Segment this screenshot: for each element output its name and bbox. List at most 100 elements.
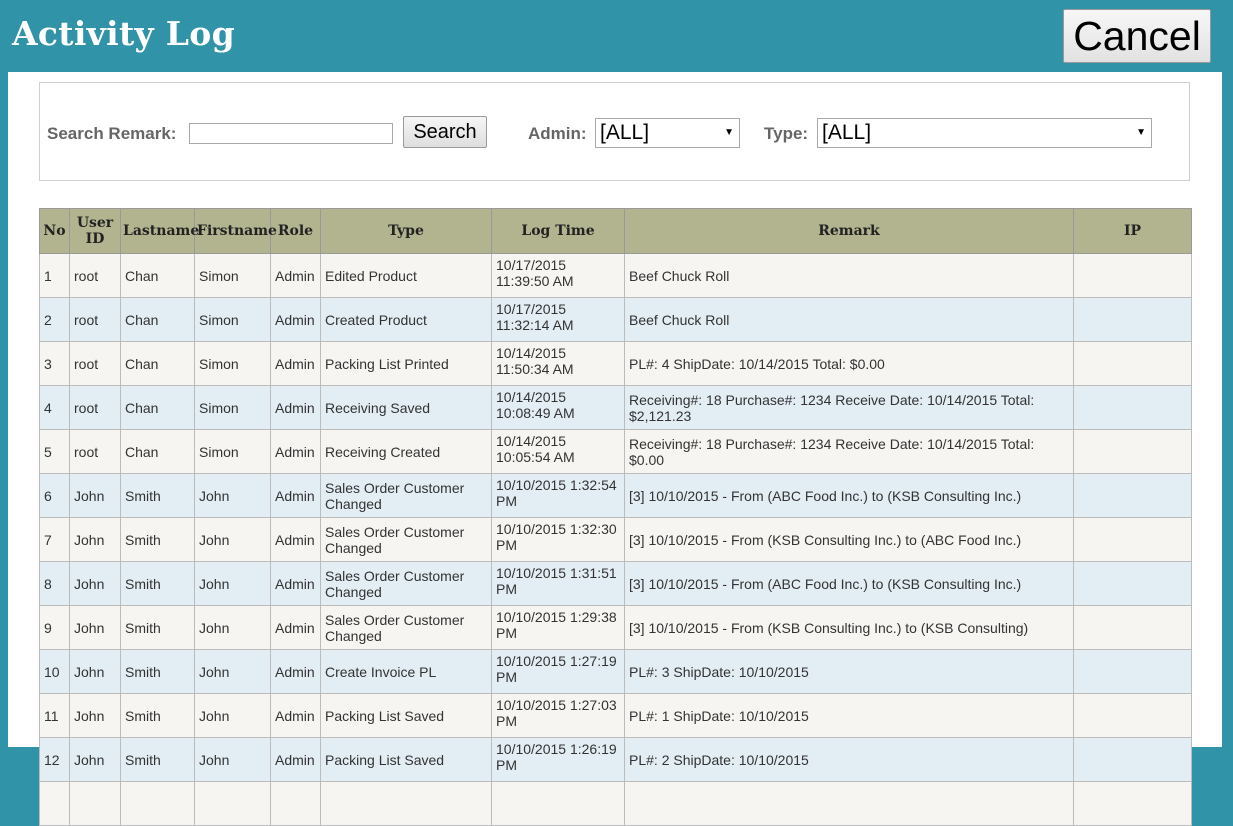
row-log-time: 10/10/2015 1:32:30 PM [491, 517, 625, 562]
row-remark: [3] 10/10/2015 - From (KSB Consulting In… [624, 605, 1074, 650]
table-row[interactable]: 12 John Smith John Admin Packing List Saved 10… [39, 737, 1192, 782]
row-log-time: 10/10/2015 1:27:19 PM [491, 649, 625, 694]
table-row[interactable]: 9 John Smith John Admin Sales Order Customer … [39, 605, 1192, 650]
row-no: 9 [39, 605, 70, 650]
row-no: 4 [39, 385, 70, 430]
title-bar: Activity Log Cancel [0, 0, 1233, 72]
row-role: Admin [270, 297, 321, 342]
search-panel: Search Remark: Search Admin: [ALL] ▼ Typ… [39, 82, 1190, 181]
row-no: 5 [39, 429, 70, 474]
row-type: Sales Order Customer Changed [320, 605, 492, 650]
row-log-time: 10/10/2015 1:27:03 PM [491, 693, 625, 738]
type-select[interactable]: [ALL] ▼ [817, 118, 1152, 148]
row-firstname: Simon [194, 253, 271, 298]
table-row[interactable]: 5 root Chan Simon Admin Receiving Created 10/1… [39, 429, 1192, 474]
row-type: Receiving Created [320, 429, 492, 474]
column-header-role[interactable]: Role [270, 208, 321, 254]
table-row[interactable]: 2 root Chan Simon Admin Created Product 10/17/… [39, 297, 1192, 342]
activity-table-wrapper: No User ID Lastname Firstname Role Type … [39, 208, 1192, 826]
table-row[interactable]: 11 John Smith John Admin Packing List Saved 10… [39, 693, 1192, 738]
column-header-lastname[interactable]: Lastname [120, 208, 199, 254]
column-header-firstname[interactable]: Firstname [194, 208, 277, 254]
row-lastname: Chan [120, 385, 195, 430]
row-no: 2 [39, 297, 70, 342]
row-remark: Beef Chuck Roll [624, 297, 1074, 342]
row-remark: PL#: 4 ShipDate: 10/14/2015 Total: $0.00 [624, 341, 1074, 386]
table-row[interactable]: 7 John Smith John Admin Sales Order Customer … [39, 517, 1192, 562]
search-remark-input[interactable] [189, 123, 393, 144]
row-type: Packing List Saved [320, 693, 492, 738]
column-header-user-id[interactable]: User ID [69, 208, 121, 254]
row-log-time: 10/17/2015 11:39:50 AM [491, 253, 625, 298]
row-user-id: root [69, 429, 121, 474]
row-lastname: Smith [120, 693, 195, 738]
row-role: Admin [270, 473, 321, 518]
row-log-time: 10/10/2015 1:31:51 PM [491, 561, 625, 606]
row-user-id: root [69, 385, 121, 430]
row-firstname [194, 781, 271, 826]
row-user-id: John [69, 517, 121, 562]
row-role: Admin [270, 605, 321, 650]
row-lastname: Smith [120, 737, 195, 782]
table-row[interactable]: 3 root Chan Simon Admin Packing List Printed 1… [39, 341, 1192, 386]
search-button[interactable]: Search [403, 116, 487, 148]
row-no: 1 [39, 253, 70, 298]
table-row[interactable]: 6 John Smith John Admin Sales Order Customer … [39, 473, 1192, 518]
row-type [320, 781, 492, 826]
column-header-ip[interactable]: IP [1073, 208, 1192, 254]
table-header-row: No User ID Lastname Firstname Role Type … [39, 208, 1192, 254]
row-firstname: John [194, 517, 271, 562]
row-log-time: 10/14/2015 10:05:54 AM [491, 429, 625, 474]
row-log-time [491, 781, 625, 826]
row-ip [1073, 781, 1192, 826]
type-select-value: [ALL] [822, 121, 872, 144]
row-ip [1073, 517, 1192, 562]
row-lastname [120, 781, 195, 826]
row-type: Packing List Saved [320, 737, 492, 782]
row-ip [1073, 649, 1192, 694]
row-user-id: John [69, 605, 121, 650]
row-log-time: 10/10/2015 1:26:19 PM [491, 737, 625, 782]
activity-log-table: No User ID Lastname Firstname Role Type … [39, 208, 1192, 826]
table-row[interactable]: 4 root Chan Simon Admin Receiving Saved 10/14/… [39, 385, 1192, 430]
row-firstname: Simon [194, 341, 271, 386]
row-type: Create Invoice PL [320, 649, 492, 694]
column-header-log-time[interactable]: Log Time [491, 208, 625, 254]
row-firstname: John [194, 693, 271, 738]
column-header-no[interactable]: No [39, 208, 70, 254]
admin-label: Admin: [528, 124, 587, 143]
row-no: 8 [39, 561, 70, 606]
search-remark-label: Search Remark: [47, 124, 177, 143]
row-role: Admin [270, 561, 321, 606]
row-type: Sales Order Customer Changed [320, 517, 492, 562]
row-ip [1073, 341, 1192, 386]
row-type: Receiving Saved [320, 385, 492, 430]
row-lastname: Chan [120, 429, 195, 474]
row-role: Admin [270, 737, 321, 782]
row-remark: [3] 10/10/2015 - From (ABC Food Inc.) to… [624, 473, 1074, 518]
row-ip [1073, 605, 1192, 650]
row-lastname: Chan [120, 297, 195, 342]
type-label: Type: [764, 124, 809, 143]
row-remark: Beef Chuck Roll [624, 253, 1074, 298]
page-title: Activity Log [12, 14, 235, 53]
row-remark [624, 781, 1074, 826]
row-remark: PL#: 3 ShipDate: 10/10/2015 [624, 649, 1074, 694]
row-firstname: John [194, 473, 271, 518]
table-row[interactable]: 10 John Smith John Admin Create Invoice PL 10/… [39, 649, 1192, 694]
row-role: Admin [270, 649, 321, 694]
row-no: 12 [39, 737, 70, 782]
table-row[interactable]: 8 John Smith John Admin Sales Order Customer … [39, 561, 1192, 606]
row-log-time: 10/17/2015 11:32:14 AM [491, 297, 625, 342]
admin-select[interactable]: [ALL] ▼ [595, 118, 740, 148]
main-content: Search Remark: Search Admin: [ALL] ▼ Typ… [8, 72, 1222, 826]
row-role: Admin [270, 253, 321, 298]
row-ip [1073, 429, 1192, 474]
row-remark: PL#: 2 ShipDate: 10/10/2015 [624, 737, 1074, 782]
table-row[interactable]: 1 root Chan Simon Admin Edited Product 10/17/2… [39, 253, 1192, 298]
column-header-remark[interactable]: Remark [624, 208, 1074, 254]
cancel-button[interactable]: Cancel [1063, 9, 1211, 63]
table-row[interactable] [39, 781, 1192, 826]
row-firstname: Simon [194, 297, 271, 342]
column-header-type[interactable]: Type [320, 208, 492, 254]
